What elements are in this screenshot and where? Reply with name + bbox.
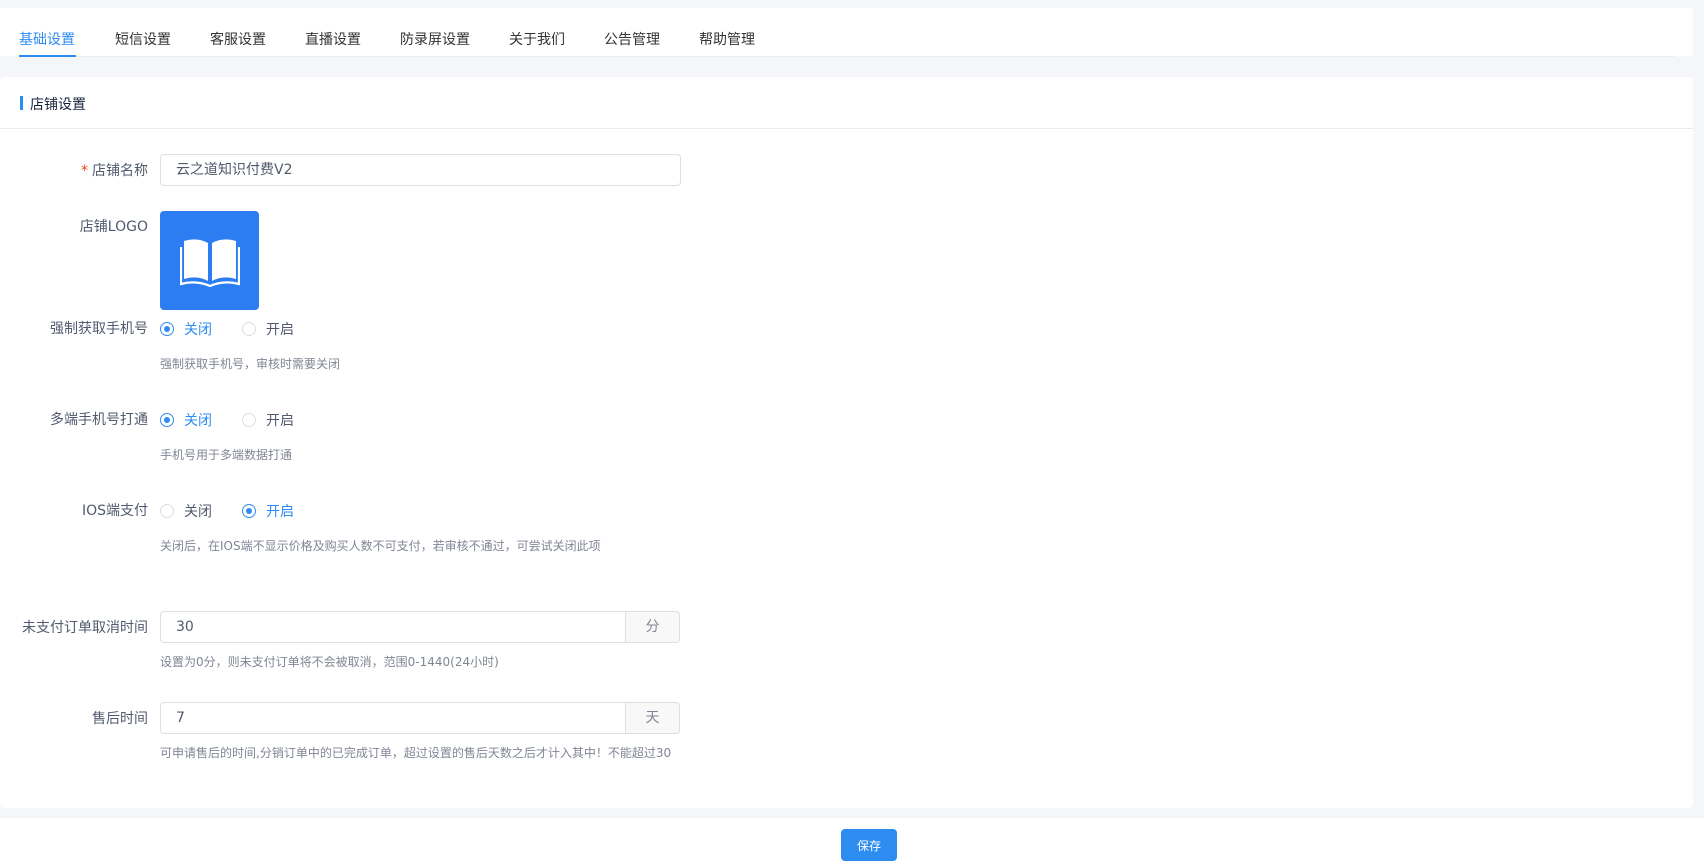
unpaid-cancel-input-group: 30 分 [160,611,680,643]
open-book-icon [179,238,240,287]
store-settings-card: 店铺设置 * 店铺名称 云之道知识付费V2 店铺LOGO 强制获取手机号 关闭 开… [0,77,1693,808]
after-sale-input[interactable]: 7 [160,702,626,734]
settings-tabs: 基础设置 短信设置 客服设置 直播设置 防录屏设置 关于我们 公告管理 帮助管理 [19,8,1674,57]
radio-dot [160,413,174,427]
settings-tabs-card: 基础设置 短信设置 客服设置 直播设置 防录屏设置 关于我们 公告管理 帮助管理 [0,8,1693,57]
ios-pay-label: IOS端支付 [81,503,148,519]
after-sale-unit: 天 [626,702,680,734]
ios-pay-off-radio[interactable]: 关闭 [160,501,212,521]
tab-help-management[interactable]: 帮助管理 [699,8,755,56]
radio-label: 关闭 [184,322,212,338]
multi-phone-on-radio[interactable]: 开启 [242,410,294,430]
tab-about-us[interactable]: 关于我们 [509,8,565,56]
radio-label: 关闭 [184,504,212,520]
tab-live-settings[interactable]: 直播设置 [305,8,361,56]
card-header: 店铺设置 [0,77,1693,129]
save-button[interactable]: 保存 [841,829,897,861]
force-phone-on-radio[interactable]: 开启 [242,319,294,339]
force-phone-hint: 强制获取手机号，审核时需要关闭 [160,357,341,371]
tab-sms-settings[interactable]: 短信设置 [115,8,171,56]
multi-phone-hint: 手机号用于多端数据打通 [160,448,293,462]
tab-customer-service-settings[interactable]: 客服设置 [210,8,266,56]
store-name-label: * 店铺名称 [81,160,148,180]
section-title: 店铺设置 [30,97,86,113]
unpaid-cancel-hint: 设置为0分，则未支付订单将不会被取消，范围0-1440(24小时) [160,655,499,669]
after-sale-input-group: 7 天 [160,702,680,734]
required-mark: * [81,163,88,179]
force-phone-off-radio[interactable]: 关闭 [160,319,212,339]
unpaid-cancel-unit: 分 [626,611,680,643]
radio-dot [160,504,174,518]
store-logo-label: 店铺LOGO [79,219,148,235]
radio-dot [242,413,256,427]
force-phone-radio-group: 关闭 开启 [160,319,324,339]
unpaid-cancel-label: 未支付订单取消时间 [22,620,148,636]
after-sale-label: 售后时间 [92,711,148,727]
after-sale-hint: 可申请售后的时间,分销订单中的已完成订单，超过设置的售后天数之后才计入其中！不能… [160,746,672,760]
tab-basic-settings[interactable]: 基础设置 [19,8,76,57]
radio-label: 开启 [266,413,294,429]
multi-phone-label: 多端手机号打通 [50,412,148,428]
store-name-input[interactable]: 云之道知识付费V2 [160,154,681,186]
radio-dot [242,504,256,518]
multi-phone-radio-group: 关闭 开启 [160,410,324,430]
store-name-label-text: 店铺名称 [92,163,148,179]
radio-label: 开启 [266,322,294,338]
multi-phone-off-radio[interactable]: 关闭 [160,410,212,430]
radio-label: 关闭 [184,413,212,429]
section-accent-bar [20,96,23,110]
tab-announcement-management[interactable]: 公告管理 [604,8,660,56]
footer-bar: 保存 [0,818,1704,864]
radio-dot [242,322,256,336]
radio-label: 开启 [266,504,294,520]
force-phone-label: 强制获取手机号 [50,321,148,337]
tab-anti-record-settings[interactable]: 防录屏设置 [400,8,470,56]
ios-pay-on-radio[interactable]: 开启 [242,501,294,521]
ios-pay-hint: 关闭后，在IOS端不显示价格及购买人数不可支付，若审核不通过，可尝试关闭此项 [160,539,601,553]
ios-pay-radio-group: 关闭 开启 [160,501,324,521]
store-logo-upload[interactable] [160,211,259,310]
radio-dot [160,322,174,336]
unpaid-cancel-input[interactable]: 30 [160,611,626,643]
